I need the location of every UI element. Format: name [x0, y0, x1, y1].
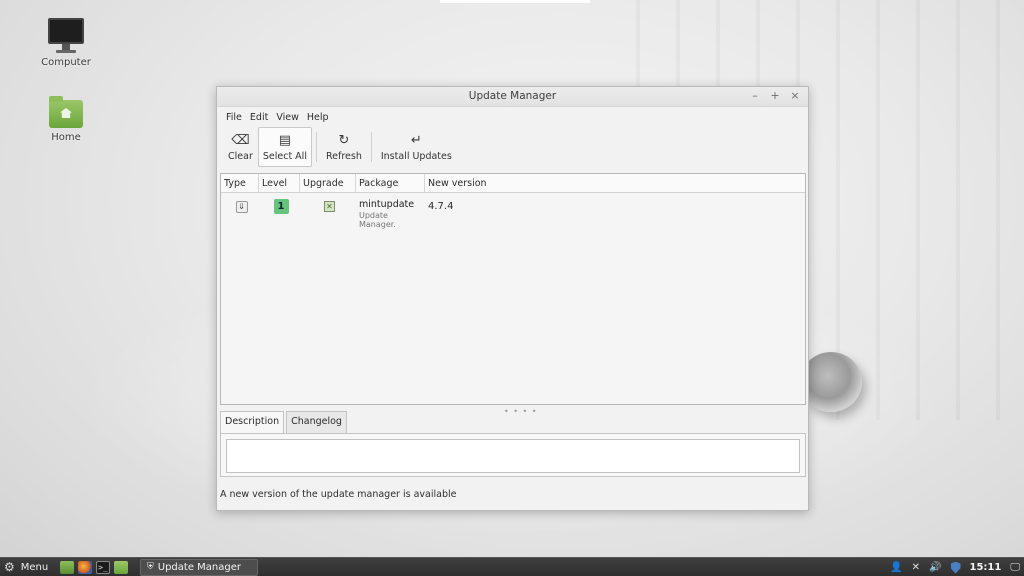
update-shield-icon[interactable]: [950, 561, 961, 574]
clock[interactable]: 15:11: [970, 562, 1002, 573]
table-row[interactable]: ⇓ 1 ✕ mintupdate Update Manager. 4.7.4: [221, 193, 805, 229]
toolbar-separator: [315, 132, 317, 162]
package-name: mintupdate: [359, 199, 415, 210]
terminal-icon[interactable]: >_: [96, 560, 110, 574]
panel-launchers: >_: [60, 560, 128, 574]
description-panel: [220, 433, 806, 477]
toolbar-separator: [370, 132, 372, 162]
package-description: Update Manager.: [359, 211, 396, 229]
user-icon[interactable]: 👤: [890, 562, 902, 573]
shield-icon: ⛨: [147, 562, 154, 572]
maximize-button[interactable]: +: [768, 89, 782, 103]
updates-list-header: Type Level Upgrade Package New version: [221, 174, 805, 193]
select-all-label: Select All: [262, 150, 307, 162]
menu-view[interactable]: View: [272, 112, 303, 123]
volume-icon[interactable]: 🔊: [929, 562, 941, 573]
menu-help[interactable]: Help: [303, 112, 333, 123]
install-icon: ↵: [410, 132, 422, 148]
minimize-button[interactable]: –: [748, 89, 762, 103]
details-tabs: Description Changelog: [220, 411, 349, 434]
firefox-icon[interactable]: [78, 560, 92, 574]
computer-icon: [48, 18, 84, 50]
select-all-button[interactable]: ▤ Select All: [257, 127, 312, 167]
menu-edit[interactable]: Edit: [246, 112, 272, 123]
column-header-upgrade[interactable]: Upgrade: [300, 174, 356, 193]
column-header-type[interactable]: Type: [221, 174, 259, 193]
taskbar-window-label: Update Manager: [157, 561, 241, 573]
new-version-value: 4.7.4: [428, 201, 454, 212]
start-menu-label: Menu: [20, 561, 49, 573]
column-header-new-version[interactable]: New version: [425, 174, 805, 193]
clear-button[interactable]: ⌫ Clear: [223, 127, 258, 167]
desktop-wallpaper-disc: [800, 352, 862, 412]
taskbar: ⚙ Menu >_ ⛨ Update Manager 👤 ✕ 🔊 15:11 🖵: [0, 557, 1024, 576]
desktop-icon-computer[interactable]: Computer: [26, 18, 106, 68]
start-menu-button[interactable]: ⚙ Menu: [0, 560, 56, 574]
network-icon[interactable]: ✕: [912, 562, 920, 573]
description-text-area[interactable]: [226, 439, 800, 473]
refresh-label: Refresh: [325, 150, 362, 162]
menu-gear-icon: ⚙: [4, 560, 15, 574]
refresh-button[interactable]: ↻ Refresh: [321, 127, 367, 167]
column-header-level[interactable]: Level: [259, 174, 300, 193]
show-desktop-icon[interactable]: [60, 560, 74, 574]
menu-file[interactable]: File: [222, 112, 246, 123]
clear-icon: ⌫: [231, 132, 250, 148]
menubar: File Edit View Help: [217, 107, 808, 127]
updates-list[interactable]: Type Level Upgrade Package New version ⇓…: [220, 173, 806, 405]
level-badge: 1: [273, 199, 289, 214]
display-icon[interactable]: 🖵: [1010, 562, 1020, 573]
window-title: Update Manager: [468, 90, 557, 102]
desktop-wallpaper-top-highlight: [440, 0, 590, 3]
column-header-package[interactable]: Package: [356, 174, 425, 193]
desktop-icon-label: Computer: [41, 57, 91, 68]
window-titlebar[interactable]: Update Manager – + ×: [217, 87, 808, 107]
home-folder-icon: [49, 96, 83, 128]
desktop-icon-home[interactable]: Home: [26, 96, 106, 143]
tab-description[interactable]: Description: [220, 411, 285, 434]
close-button[interactable]: ×: [788, 89, 802, 103]
install-updates-label: Install Updates: [380, 150, 452, 162]
system-tray: 👤 ✕ 🔊 15:11 🖵: [890, 558, 1020, 576]
pane-resize-handle[interactable]: • • • •: [504, 407, 538, 416]
desktop-icon-label: Home: [51, 132, 81, 143]
toolbar: ⌫ Clear ▤ Select All ↻ Refresh ↵ Install…: [217, 127, 808, 169]
update-manager-window: Update Manager – + × File Edit View Help…: [216, 86, 809, 511]
select-all-icon: ▤: [278, 132, 292, 148]
clear-label: Clear: [228, 150, 253, 162]
refresh-icon: ↻: [338, 132, 350, 148]
package-type-icon: ⇓: [235, 201, 248, 213]
status-message: A new version of the update manager is a…: [220, 489, 457, 500]
install-updates-button[interactable]: ↵ Install Updates: [376, 127, 457, 167]
files-icon[interactable]: [114, 560, 128, 574]
taskbar-window-update-manager[interactable]: ⛨ Update Manager: [140, 558, 258, 576]
upgrade-checkbox[interactable]: ✕: [324, 201, 335, 212]
tab-changelog[interactable]: Changelog: [286, 411, 347, 433]
